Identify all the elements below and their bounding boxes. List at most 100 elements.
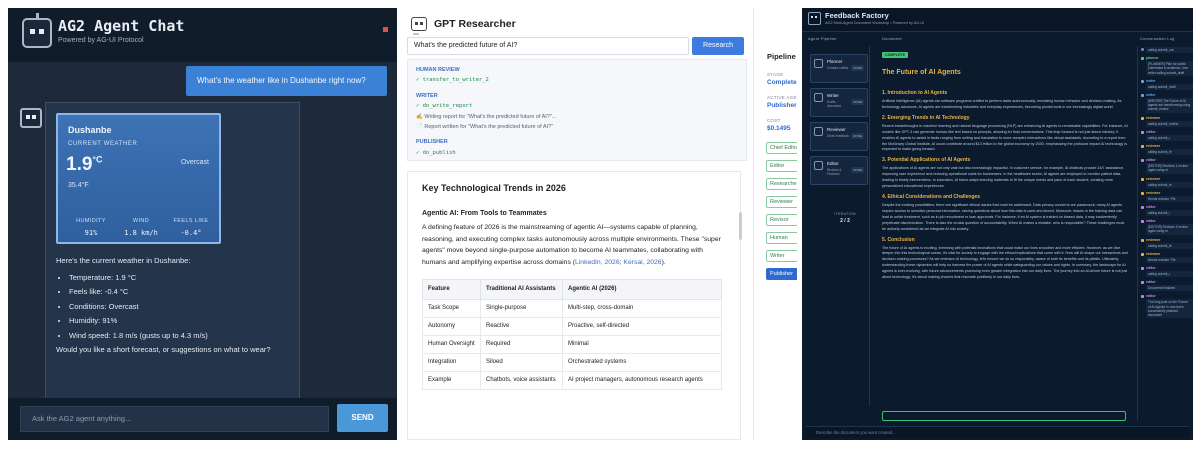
pipeline-stat-label: STAGE	[767, 72, 784, 77]
log-entry-message: Needs revision: Ple	[1146, 256, 1193, 264]
section-paragraph: Recent breakthroughs in machine learning…	[882, 123, 1128, 152]
pipeline-stat-value: Publisher	[767, 102, 797, 109]
report-heading: Key Technological Trends in 2026	[422, 183, 566, 193]
agent-chip-editor[interactable]: Editor	[766, 160, 797, 172]
agent-chip-chief-editor[interactable]: Chief Editor	[766, 142, 797, 154]
agent-card-planner[interactable]: Planner Creates outline DONE	[810, 54, 868, 83]
log-entry: reviewer calling submit_re	[1141, 177, 1193, 188]
log-entry-author: reviewer	[1146, 144, 1161, 149]
agent-dot-icon	[1141, 238, 1144, 242]
table-header-row: Feature Traditional AI Assistants Agenti…	[422, 278, 722, 300]
agent-status-badge: DONE	[851, 133, 864, 139]
logo-caption: AG2	[413, 32, 420, 36]
section-heading: 2. Emerging Trends in AI Technology	[882, 114, 970, 121]
table-cell: Autonomy	[422, 316, 481, 336]
log-entry: editor Document finalized	[1141, 280, 1193, 292]
log-entry-author: editor	[1146, 219, 1156, 224]
stat-label: WIND	[132, 218, 150, 224]
citation-link[interactable]: LinkedIn, 2026	[575, 259, 620, 266]
agent-dot-icon	[1141, 48, 1144, 51]
agent-status-badge: DONE	[851, 167, 864, 173]
agent-icon	[814, 127, 823, 136]
table-cell: Minimal	[562, 334, 722, 354]
app-title: Feedback Factory	[825, 11, 889, 20]
log-entry: editor calling submit_r	[1141, 266, 1193, 278]
log-entry: editor [EDITOR] Revision 1 review again u…	[1141, 158, 1193, 174]
app-subtitle: AG2 Multi-Agent Document Workshop • Powe…	[825, 21, 925, 25]
assistant-message: Dushanbe CURRENT WEATHER 1.9°C Overcast …	[45, 102, 300, 440]
query-input[interactable]: What's the predicted future of AI?	[407, 37, 689, 55]
log-entry-message: [WRITER] The Future of AI agents are tra…	[1146, 98, 1193, 113]
ag2-chat-panel: AG2 Agent Chat Powered by AG-UI Protocol…	[8, 8, 397, 440]
agent-chip-publisher[interactable]: Publisher	[766, 268, 797, 280]
log-entry: editor calling submit_r	[1141, 205, 1193, 217]
log-entry: reviewer Needs revision: Ple	[1141, 191, 1193, 203]
list-item: Humidity: 91%	[69, 314, 296, 329]
stat-value: -0.4°	[180, 229, 202, 237]
section-heading: 3. Potential Applications of AI Agents	[882, 157, 971, 164]
agent-status-badge: DONE	[851, 65, 864, 71]
log-entry-message: calling submit_r	[1146, 210, 1193, 217]
log-entry: writer [WRITER] The Future of AI agents a…	[1141, 93, 1193, 113]
chat-header: AG2 Agent Chat Powered by AG-UI Protocol	[8, 8, 397, 62]
iteration-value: 2 / 2	[840, 218, 850, 224]
agent-dot-icon	[1141, 79, 1144, 83]
log-entry-message: calling submit_fe	[1146, 149, 1193, 156]
log-entry-author: planner	[1146, 56, 1159, 61]
table-row: Example Chatbots, voice assistants AI proj…	[422, 370, 722, 390]
pipeline-stat-value: Complete	[767, 79, 797, 86]
agent-chip-reviewer[interactable]: Reviewer	[766, 196, 797, 208]
gpt-researcher-panel: AG2 GPT Researcher What's the predicted …	[402, 8, 797, 440]
agent-chip-revisor[interactable]: Revisor	[766, 214, 797, 226]
research-button[interactable]: Research	[692, 37, 744, 55]
app-title: AG2 Agent Chat	[58, 17, 185, 35]
table-cell: Integration	[422, 352, 481, 372]
stat-label: FEELS LIKE	[173, 218, 209, 224]
section-paragraph: Artificial Intelligence (AI) agents are …	[882, 99, 1122, 109]
agent-icon	[814, 161, 823, 170]
agent-icon	[814, 93, 823, 102]
factory-header: Feedback Factory AG2 Multi-Agent Documen…	[802, 8, 1193, 32]
table-cell: Siloed	[480, 352, 563, 372]
agent-chip-human[interactable]: Human	[766, 232, 797, 244]
list-item: Temperature: 1.9 °C	[69, 271, 296, 286]
section-heading: 1. Introduction to AI Agents	[882, 90, 948, 96]
log-entry: editor calling submit_r	[1141, 130, 1193, 142]
agent-card-editor[interactable]: Editor Revises & Finalizes DONE	[810, 156, 868, 185]
scrollbar[interactable]	[739, 212, 742, 240]
chat-footer: Ask the AG2 agent anything... SEND	[8, 398, 397, 440]
log-entry-message: calling submit_r	[1146, 271, 1193, 278]
table-row: Human Oversight Required Minimal	[422, 334, 722, 354]
agent-dot-icon	[1141, 145, 1144, 149]
agent-chip-researcher[interactable]: Researcher	[766, 178, 797, 190]
agent-dot-icon	[1141, 281, 1144, 285]
robot-logo-icon	[22, 13, 52, 48]
bot-avatar-icon	[20, 108, 42, 128]
agent-dot-icon	[1141, 191, 1144, 195]
log-line: 📄 Report written for "What's the predict…	[416, 124, 554, 131]
send-button[interactable]: SEND	[337, 404, 388, 432]
ag2-logo-icon: AG2	[411, 17, 427, 36]
document-title: The Future of AI Agents	[882, 69, 961, 76]
table-row: Integration Siloed Orchestrated systems	[422, 352, 722, 372]
log-entry-author: reviewer	[1146, 176, 1161, 181]
user-message: What's the weather like in Dushanbe righ…	[186, 66, 387, 96]
table-body: Task Scope Single-purpose Multi-step, cros…	[422, 298, 722, 390]
log-entry-message: calling submit_draft	[1146, 83, 1193, 91]
weather-fahrenheit: 35.4°F	[68, 182, 89, 189]
log-entry: reviewer calling submit_fe	[1141, 238, 1193, 249]
chat-input[interactable]: Ask the AG2 agent anything...	[20, 406, 329, 432]
status-indicator-icon	[383, 27, 388, 32]
document-prompt-input[interactable]: Describe the document you want created..…	[806, 426, 1189, 438]
agent-chip-writer[interactable]: Writer	[766, 250, 797, 262]
agent-card-reviewer[interactable]: Reviewer Gives feedback DONE	[810, 122, 868, 151]
paragraph-text: A defining feature of 2026 is the mainst…	[422, 224, 721, 267]
table-cell: Task Scope	[422, 298, 481, 318]
researcher-main: AG2 GPT Researcher What's the predicted …	[402, 8, 754, 440]
download-button[interactable]	[882, 411, 1126, 421]
column-header-log: Conversation Log	[1140, 36, 1175, 41]
citation-link[interactable]: Kersai, 2026	[623, 259, 661, 266]
log-entry-message: [EDITOR] Revision 1 review again using r…	[1146, 163, 1193, 174]
agent-card-writer[interactable]: Writer Drafts document DONE	[810, 88, 868, 117]
log-entry: reviewer calling submit_review	[1141, 116, 1193, 127]
